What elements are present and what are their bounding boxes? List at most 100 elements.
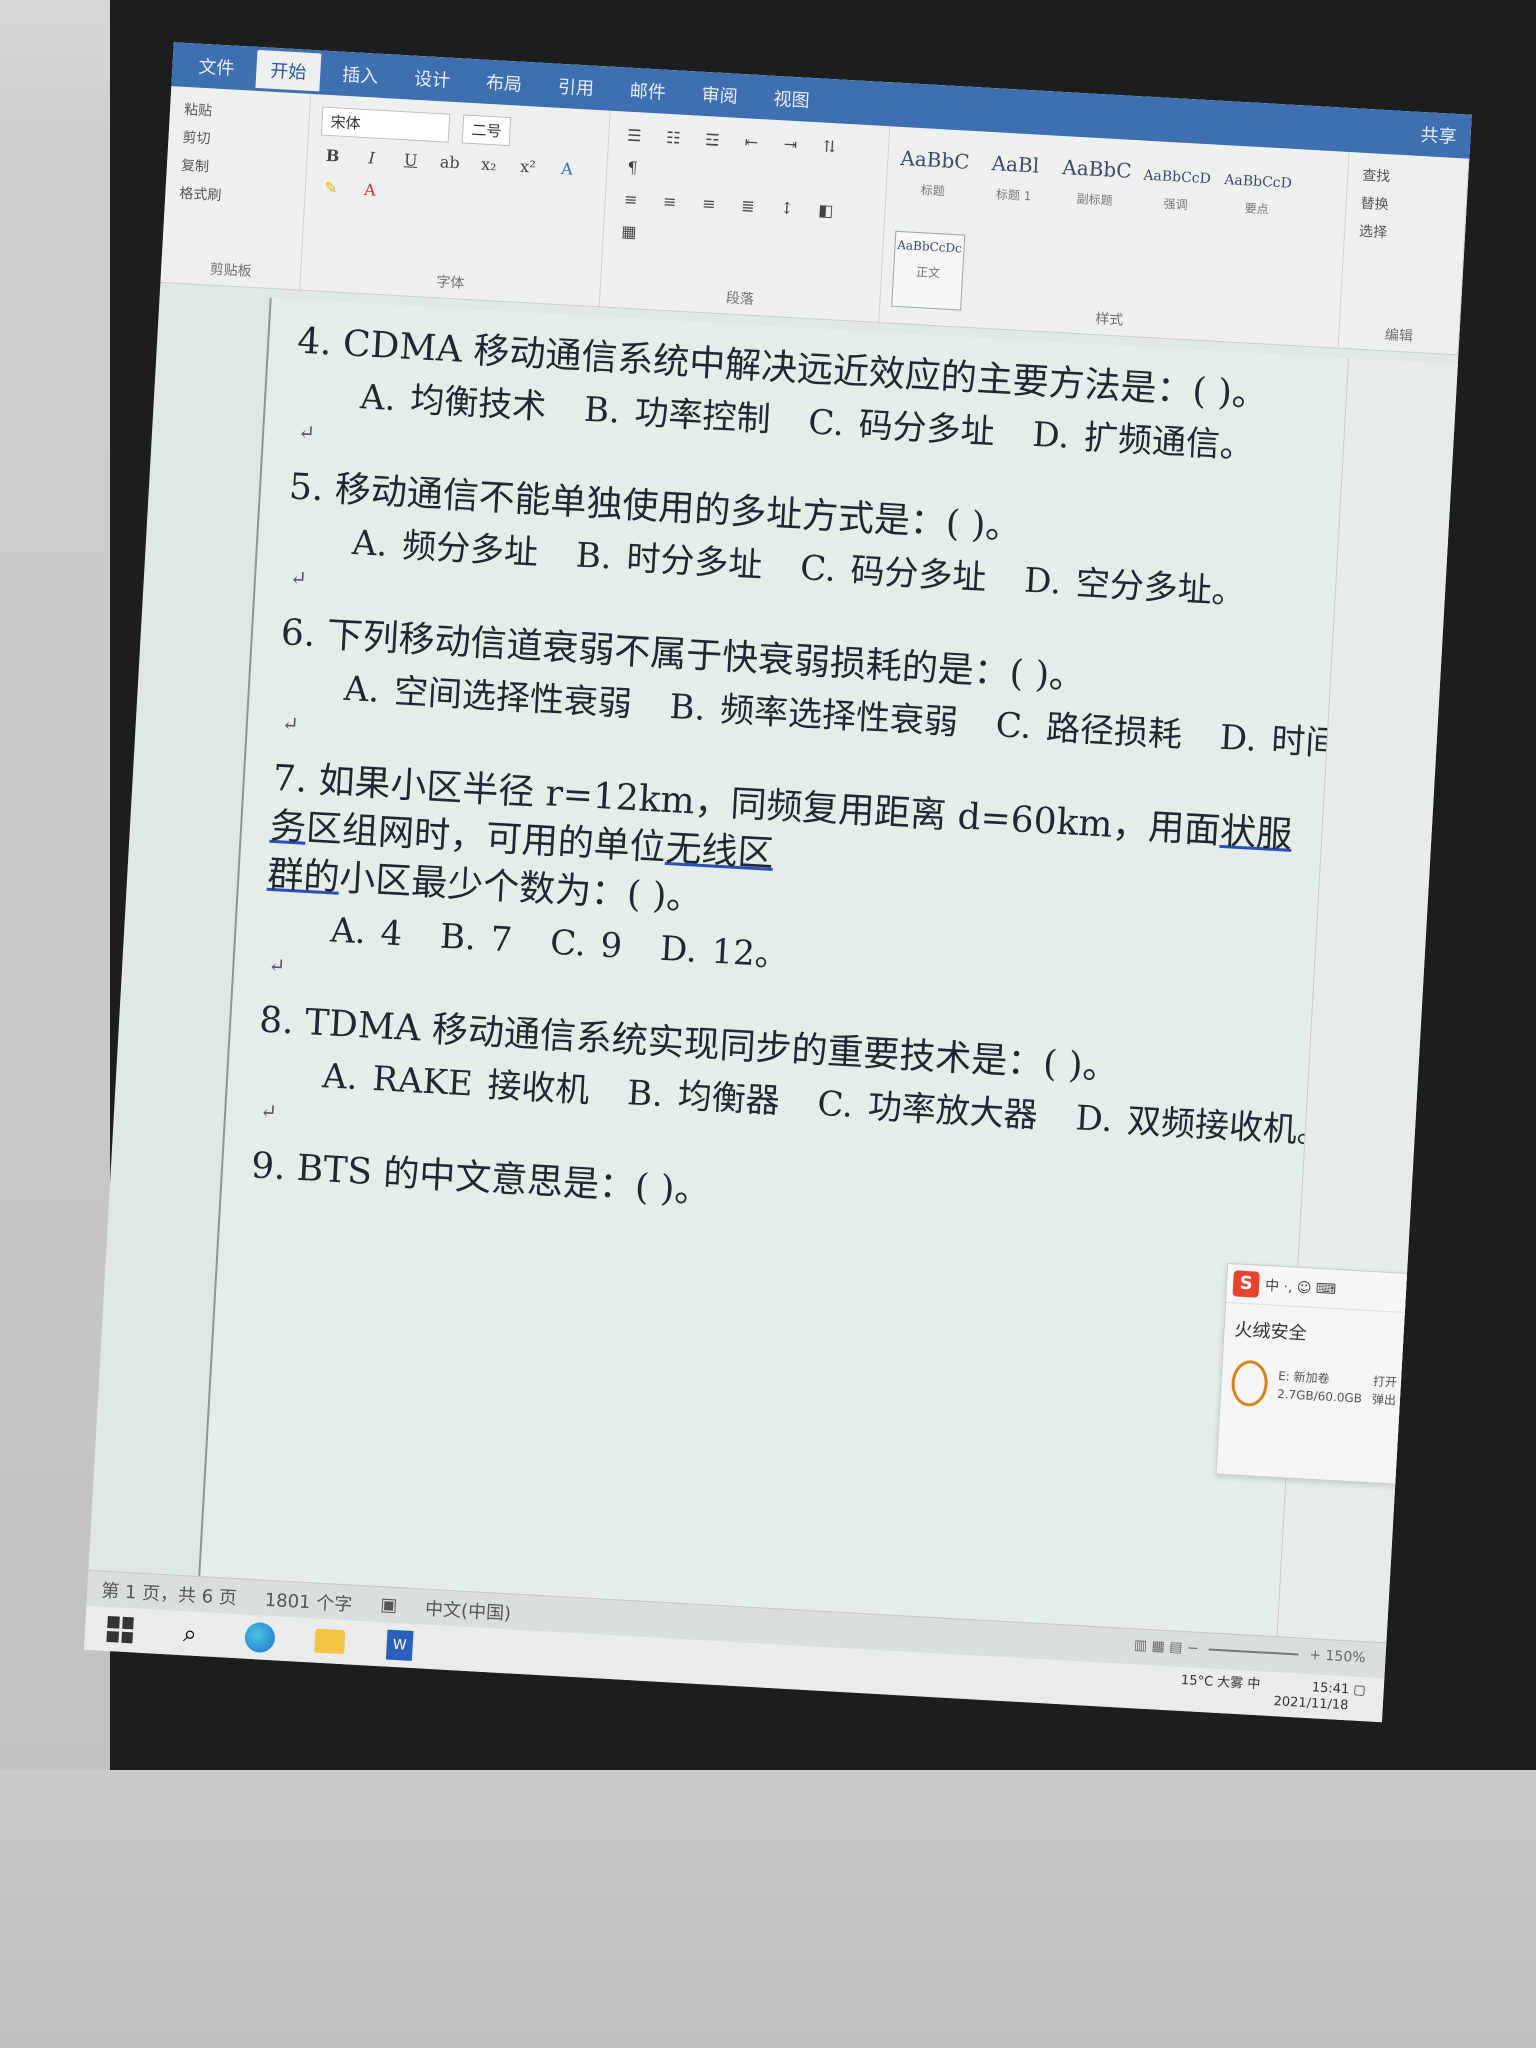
shading-icon[interactable]: ◧ [811, 197, 840, 225]
superscript-icon[interactable]: x² [513, 153, 542, 181]
highlight-icon[interactable]: ✎ [316, 174, 345, 202]
style-sample: AaBl [991, 151, 1040, 178]
q7-underlined-c: 群的 [266, 853, 341, 899]
weather-widget[interactable]: 15°C 大雾 [1181, 1673, 1244, 1691]
option: C. 码分多址 [807, 402, 996, 453]
zoom-slider[interactable] [1208, 1648, 1299, 1656]
justify-icon[interactable]: ≣ [733, 193, 762, 221]
share-button[interactable]: 共享 [1406, 114, 1472, 156]
tab-insert[interactable]: 插入 [327, 54, 393, 96]
align-right-icon[interactable]: ≡ [694, 191, 723, 219]
text-effects-icon[interactable]: A [552, 156, 581, 184]
zoom-control[interactable]: ▥ ▦ ▤ − + 150% [1133, 1637, 1365, 1666]
word-app-icon[interactable]: W [384, 1629, 416, 1662]
start-button[interactable] [104, 1614, 136, 1646]
font-label: 字体 [435, 274, 465, 292]
editing-group: 查找 替换 选择 编辑 [1338, 152, 1470, 355]
document-page[interactable]: 4. CDMA 移动通信系统中解决远近效应的主要方法是：( )。 A. 均衡技术… [198, 297, 1472, 1637]
drive-info: E: 新加卷 2.7GB/60.0GB [1277, 1367, 1364, 1408]
style-sample: AaBbCcD [1142, 167, 1212, 188]
font-size-select[interactable]: 二号 [461, 114, 512, 147]
sort-icon[interactable]: ⇅ [815, 133, 844, 161]
zoom-level[interactable]: 150% [1325, 1648, 1366, 1666]
option: B. 7 [439, 916, 514, 961]
open-drive-button[interactable]: 打开 [1373, 1374, 1398, 1389]
tab-home[interactable]: 开始 [255, 49, 322, 92]
option: D. 双频接收机。 [1074, 1098, 1332, 1153]
drive-actions: 打开 弹出 [1371, 1372, 1412, 1410]
option: D. 12。 [658, 928, 790, 976]
page-count[interactable]: 第 1 页，共 6 页 [101, 1576, 238, 1610]
format-painter-button[interactable]: 格式刷 [179, 183, 222, 205]
font-name-select[interactable]: 宋体 [320, 106, 451, 143]
font-color-icon[interactable]: A [355, 177, 384, 205]
tab-references[interactable]: 引用 [543, 66, 609, 108]
tab-file[interactable]: 文件 [184, 46, 250, 88]
line-spacing-icon[interactable]: ↕ [772, 195, 801, 223]
show-marks-icon[interactable]: ¶ [618, 154, 647, 182]
style-name: 副标题 [1076, 191, 1114, 208]
language-indicator[interactable]: 中文(中国) [424, 1594, 512, 1625]
bold-icon[interactable]: B [318, 142, 347, 170]
option: A. RAKE 接收机 [321, 1056, 591, 1111]
document-body[interactable]: 4. CDMA 移动通信系统中解决远近效应的主要方法是：( )。 A. 均衡技术… [250, 318, 1472, 1249]
style-name: 正文 [915, 265, 941, 281]
clipboard-label: 剪贴板 [209, 261, 253, 280]
tab-review[interactable]: 审阅 [687, 74, 753, 116]
tab-layout[interactable]: 布局 [471, 62, 537, 104]
find-button[interactable]: 查找 [1362, 165, 1391, 187]
font-group: 宋体 二号 B I U ab x₂ x² A ✎ A 字体 [300, 93, 611, 307]
style-name: 要点 [1244, 201, 1269, 217]
notification-icon[interactable]: ▢ [1353, 1683, 1366, 1699]
bullets-icon[interactable]: ☰ [620, 122, 649, 150]
projected-screen: 文件 开始 插入 设计 布局 引用 邮件 审阅 视图 共享 粘贴 剪切 复制 格… [40, 20, 1518, 1795]
underline-icon[interactable]: U [396, 147, 425, 175]
option: A. 均衡技术 [359, 377, 548, 428]
proofing-icon[interactable]: ▣ [380, 1594, 398, 1616]
style-strong[interactable]: AaBbCcD 要点 [1220, 165, 1294, 245]
tab-view[interactable]: 视图 [759, 78, 825, 120]
editing-label: 编辑 [1384, 327, 1414, 345]
decrease-indent-icon[interactable]: ⇤ [737, 129, 766, 157]
multilevel-list-icon[interactable]: ☲ [698, 127, 727, 155]
style-title[interactable]: AaBbC 标题 [896, 139, 970, 219]
search-icon[interactable]: ⌕ [174, 1618, 206, 1650]
style-sample: AaBbC [899, 145, 971, 174]
option: C. 功率放大器 [816, 1083, 1039, 1137]
style-heading1[interactable]: AaBl 标题 1 [977, 143, 1051, 223]
numbering-icon[interactable]: ☷ [659, 124, 688, 152]
usb-drive-entry: E: 新加卷 2.7GB/60.0GB 打开 弹出 [1220, 1353, 1423, 1422]
ime-status[interactable]: 中 ·, ☺ ⌨ [1265, 1275, 1337, 1299]
file-explorer-icon[interactable] [314, 1626, 346, 1658]
replace-button[interactable]: 替换 [1360, 193, 1389, 215]
copy-button[interactable]: 复制 [180, 155, 209, 177]
cut-button[interactable]: 剪切 [182, 127, 211, 149]
strikethrough-icon[interactable]: ab [435, 149, 464, 177]
italic-icon[interactable]: I [357, 145, 386, 173]
edge-browser-icon[interactable] [244, 1621, 276, 1654]
q7-underlined-b: 无线区 [664, 827, 775, 875]
clock-date: 2021/11/18 [1273, 1694, 1349, 1714]
style-name: 标题 [920, 183, 946, 199]
style-sample: AaBbCcD [1223, 172, 1293, 192]
wall-below-screen [0, 1770, 1536, 2048]
align-left-icon[interactable]: ≡ [616, 186, 645, 214]
style-emphasis[interactable]: AaBbCcD 强调 [1139, 160, 1213, 240]
eject-drive-button[interactable]: 弹出 [1372, 1392, 1397, 1407]
subscript-icon[interactable]: x₂ [474, 151, 503, 179]
paste-button[interactable]: 粘贴 [184, 99, 213, 121]
ime-indicator[interactable]: 中 [1247, 1677, 1261, 1693]
option: C. 码分多址 [799, 548, 988, 599]
sogou-ime-icon[interactable]: S [1232, 1270, 1260, 1298]
select-button[interactable]: 选择 [1359, 221, 1388, 243]
usb-drive-icon [1230, 1359, 1269, 1408]
align-center-icon[interactable]: ≡ [655, 188, 684, 216]
word-count[interactable]: 1801 个字 [264, 1585, 353, 1616]
increase-indent-icon[interactable]: ⇥ [776, 131, 805, 159]
system-tray: 15°C 大雾 中 15:41 2021/11/18 ▢ [1180, 1673, 1366, 1715]
clock[interactable]: 15:41 2021/11/18 [1273, 1678, 1350, 1714]
style-subtitle[interactable]: AaBbC 副标题 [1058, 148, 1132, 228]
borders-icon[interactable]: ▦ [614, 218, 643, 246]
tab-design[interactable]: 设计 [399, 58, 465, 100]
tab-mailings[interactable]: 邮件 [615, 70, 681, 112]
